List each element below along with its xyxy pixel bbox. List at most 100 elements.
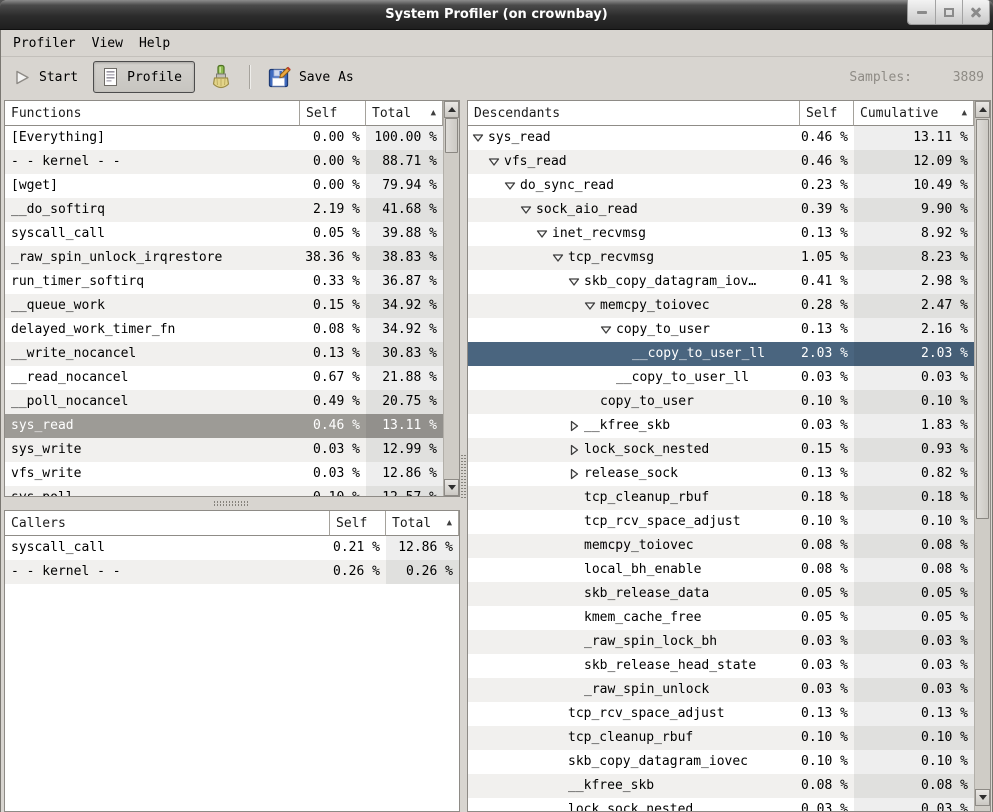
descendants-cumulative-column-header[interactable]: Cumulative ▲ xyxy=(854,101,974,126)
tree-expander-icon[interactable] xyxy=(567,683,581,697)
tree-expander-icon[interactable] xyxy=(567,563,581,577)
function-row[interactable]: vfs_write 0.03 % 12.86 % xyxy=(5,462,443,486)
descendant-row[interactable]: local_bh_enable 0.08 % 0.08 % xyxy=(468,558,974,582)
descendant-row[interactable]: copy_to_user 0.13 % 2.16 % xyxy=(468,318,974,342)
descendant-row[interactable]: do_sync_read 0.23 % 10.49 % xyxy=(468,174,974,198)
descendant-row[interactable]: inet_recvmsg 0.13 % 8.92 % xyxy=(468,222,974,246)
tree-expander-icon[interactable] xyxy=(535,227,549,241)
tree-expander-icon[interactable] xyxy=(567,659,581,673)
descendant-row[interactable]: __copy_to_user_ll 0.03 % 0.03 % xyxy=(468,366,974,390)
scroll-up-button[interactable] xyxy=(444,101,459,118)
descendant-row[interactable]: __kfree_skb 0.08 % 0.08 % xyxy=(468,774,974,798)
tree-expander-icon[interactable] xyxy=(567,587,581,601)
tree-expander-icon[interactable] xyxy=(567,443,581,457)
descendant-row[interactable]: tcp_cleanup_rbuf 0.18 % 0.18 % xyxy=(468,486,974,510)
function-row[interactable]: [wget] 0.00 % 79.94 % xyxy=(5,174,443,198)
tree-expander-icon[interactable] xyxy=(567,611,581,625)
descendant-row[interactable]: tcp_recvmsg 1.05 % 8.23 % xyxy=(468,246,974,270)
menu-view[interactable]: View xyxy=(88,31,135,56)
tree-expander-icon[interactable] xyxy=(567,275,581,289)
tree-expander-icon[interactable] xyxy=(551,731,565,745)
function-row[interactable]: __poll_nocancel 0.49 % 20.75 % xyxy=(5,390,443,414)
scrollbar-thumb[interactable] xyxy=(445,118,458,153)
descendant-row[interactable]: skb_release_head_state 0.03 % 0.03 % xyxy=(468,654,974,678)
tree-expander-icon[interactable] xyxy=(583,395,597,409)
descendant-row[interactable]: _raw_spin_unlock 0.03 % 0.03 % xyxy=(468,678,974,702)
descendant-row[interactable]: vfs_read 0.46 % 12.09 % xyxy=(468,150,974,174)
tree-expander-icon[interactable] xyxy=(599,323,613,337)
function-row[interactable]: sys_read 0.46 % 13.11 % xyxy=(5,414,443,438)
tree-expander-icon[interactable] xyxy=(583,299,597,313)
function-row[interactable]: - - kernel - - 0.00 % 88.71 % xyxy=(5,150,443,174)
functions-self-column-header[interactable]: Self xyxy=(300,101,366,126)
descendant-row[interactable]: tcp_rcv_space_adjust 0.13 % 0.13 % xyxy=(468,702,974,726)
tree-expander-icon[interactable] xyxy=(615,347,629,361)
function-row[interactable]: run_timer_softirq 0.33 % 36.87 % xyxy=(5,270,443,294)
function-row[interactable]: delayed_work_timer_fn 0.08 % 34.92 % xyxy=(5,318,443,342)
descendants-self-column-header[interactable]: Self xyxy=(800,101,854,126)
descendant-row[interactable]: lock_sock_nested 0.15 % 0.93 % xyxy=(468,438,974,462)
function-row[interactable]: sys_write 0.03 % 12.99 % xyxy=(5,438,443,462)
scroll-down-button[interactable] xyxy=(444,479,459,496)
tree-expander-icon[interactable] xyxy=(503,179,517,193)
callers-column-header[interactable]: Callers xyxy=(5,511,330,536)
tree-expander-icon[interactable] xyxy=(471,131,485,145)
descendant-row[interactable]: sys_read 0.46 % 13.11 % xyxy=(468,126,974,150)
tree-expander-icon[interactable] xyxy=(567,539,581,553)
tree-expander-icon[interactable] xyxy=(567,467,581,481)
scrollbar-thumb[interactable] xyxy=(976,119,989,519)
tree-expander-icon[interactable] xyxy=(551,707,565,721)
menu-help[interactable]: Help xyxy=(135,31,182,56)
function-row[interactable]: __do_softirq 2.19 % 41.68 % xyxy=(5,198,443,222)
tree-expander-icon[interactable] xyxy=(551,779,565,793)
descendant-row[interactable]: _raw_spin_lock_bh 0.03 % 0.03 % xyxy=(468,630,974,654)
tree-expander-icon[interactable] xyxy=(551,803,565,811)
scroll-down-button[interactable] xyxy=(975,789,990,806)
tree-expander-icon[interactable] xyxy=(567,491,581,505)
function-row[interactable]: syscall_call 0.05 % 39.88 % xyxy=(5,222,443,246)
tree-expander-icon[interactable] xyxy=(551,755,565,769)
maximize-button[interactable] xyxy=(935,0,962,24)
horizontal-pane-resize-handle[interactable] xyxy=(461,454,466,498)
descendant-row[interactable]: skb_copy_datagram_iovec 0.10 % 0.10 % xyxy=(468,750,974,774)
menu-profiler[interactable]: Profiler xyxy=(9,31,88,56)
functions-total-column-header[interactable]: Total ▲ xyxy=(366,101,443,126)
tree-expander-icon[interactable] xyxy=(599,371,613,385)
function-row[interactable]: [Everything] 0.00 % 100.00 % xyxy=(5,126,443,150)
tree-expander-icon[interactable] xyxy=(551,251,565,265)
descendant-row[interactable]: __kfree_skb 0.03 % 1.83 % xyxy=(468,414,974,438)
caller-row[interactable]: syscall_call 0.21 % 12.86 % xyxy=(5,536,459,560)
close-button[interactable] xyxy=(962,0,989,24)
descendant-row[interactable]: release_sock 0.13 % 0.82 % xyxy=(468,462,974,486)
descendants-column-header[interactable]: Descendants xyxy=(468,101,800,126)
callers-self-column-header[interactable]: Self xyxy=(330,511,386,536)
function-row[interactable]: _raw_spin_unlock_irqrestore 38.36 % 38.8… xyxy=(5,246,443,270)
functions-scrollbar[interactable] xyxy=(443,101,459,496)
caller-row[interactable]: - - kernel - - 0.26 % 0.26 % xyxy=(5,560,459,584)
descendant-row[interactable]: kmem_cache_free 0.05 % 0.05 % xyxy=(468,606,974,630)
function-row[interactable]: __read_nocancel 0.67 % 21.88 % xyxy=(5,366,443,390)
minimize-button[interactable] xyxy=(908,0,935,24)
descendant-row[interactable]: copy_to_user 0.10 % 0.10 % xyxy=(468,390,974,414)
descendant-row[interactable]: lock_sock_nested 0.03 % 0.03 % xyxy=(468,798,974,811)
scroll-up-button[interactable] xyxy=(975,101,990,118)
start-button[interactable]: Start xyxy=(9,65,83,90)
descendant-row[interactable]: __copy_to_user_ll 2.03 % 2.03 % xyxy=(468,342,974,366)
descendant-row[interactable]: tcp_cleanup_rbuf 0.10 % 0.10 % xyxy=(468,726,974,750)
function-row[interactable]: __write_nocancel 0.13 % 30.83 % xyxy=(5,342,443,366)
tree-expander-icon[interactable] xyxy=(567,419,581,433)
tree-expander-icon[interactable] xyxy=(487,155,501,169)
descendant-row[interactable]: sock_aio_read 0.39 % 9.90 % xyxy=(468,198,974,222)
descendants-scrollbar[interactable] xyxy=(974,101,990,811)
profile-toggle-button[interactable]: Profile xyxy=(93,61,195,93)
function-row[interactable]: sys_poll 0.10 % 12.57 % xyxy=(5,486,443,496)
tree-expander-icon[interactable] xyxy=(567,515,581,529)
titlebar[interactable]: System Profiler (on crownbay) xyxy=(0,0,993,30)
descendant-row[interactable]: skb_release_data 0.05 % 0.05 % xyxy=(468,582,974,606)
descendant-row[interactable]: skb_copy_datagram_iov… 0.41 % 2.98 % xyxy=(468,270,974,294)
descendant-row[interactable]: memcpy_toiovec 0.08 % 0.08 % xyxy=(468,534,974,558)
vertical-pane-resize-handle[interactable] xyxy=(214,501,248,506)
function-row[interactable]: __queue_work 0.15 % 34.92 % xyxy=(5,294,443,318)
tree-expander-icon[interactable] xyxy=(519,203,533,217)
tree-expander-icon[interactable] xyxy=(567,635,581,649)
